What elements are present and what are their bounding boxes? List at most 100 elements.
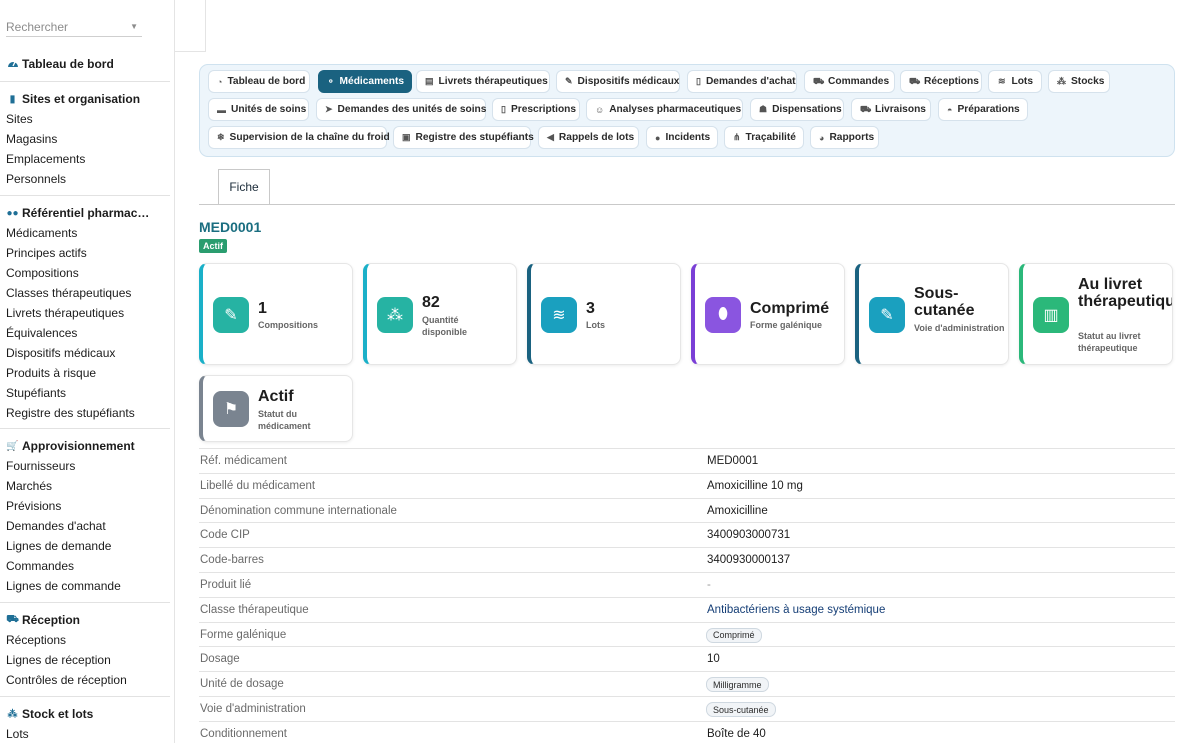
summary-card: ▥ Au livret thérapeutique Statut au livret… (1019, 263, 1173, 365)
sidebar-item[interactable]: Stupéfiants (0, 383, 170, 403)
sidebar-item[interactable]: Sites (0, 109, 170, 129)
tab-dispensations[interactable]: ☗ Dispensations (750, 98, 844, 121)
sidebar-item[interactable]: Lignes de demande (0, 536, 170, 556)
paper-plane-icon: ➤ (325, 104, 333, 114)
tab-livrets-thérapeutiques[interactable]: ▤ Livrets thérapeutiques (416, 70, 550, 93)
tab-stocks[interactable]: ⁂ Stocks (1048, 70, 1110, 93)
tab-traçabilité[interactable]: ⋔ Traçabilité (724, 126, 804, 149)
sidebar-item-dashboard[interactable]: Tableau de bord (0, 54, 170, 74)
sidebar-item[interactable]: Livrets thérapeutiques (0, 303, 170, 323)
truck-loading-icon: ⛟ (6, 613, 19, 625)
card-value: Actif (258, 388, 294, 405)
subtabs-underline (199, 204, 1175, 205)
tab-label: Préparations (957, 104, 1020, 115)
sidebar-group-header[interactable]: ⛟ Réception (0, 610, 170, 630)
field-row: Réf. médicament MED0001 (199, 448, 1175, 473)
sidebar-item[interactable]: Marchés (0, 476, 170, 496)
sidebar-group-header[interactable]: ●● Référentiel pharmac… (0, 203, 170, 223)
tab-label: Médicaments (339, 76, 405, 87)
sidebar-group-title: Approvisionnement (22, 439, 135, 453)
sidebar-item[interactable]: Commandes (0, 556, 170, 576)
sidebar-item[interactable]: Fournisseurs (0, 456, 170, 476)
pills-icon: ●● (6, 207, 19, 219)
sidebar-item[interactable]: Contrôles de réception (0, 670, 170, 690)
sidebar-item[interactable]: Lots (0, 724, 170, 743)
sidebar-divider (0, 602, 170, 603)
sidebar-item[interactable]: Prévisions (0, 496, 170, 516)
capsule-icon: ⬮ (705, 297, 741, 333)
tab-registre-des-stupéfiants[interactable]: ▣ Registre des stupéfiants (393, 126, 534, 149)
field-label: Libellé du médicament (200, 479, 316, 492)
sidebar-item[interactable]: Équivalences (0, 323, 170, 343)
sidebar-divider (0, 195, 170, 196)
page-title: MED0001 (199, 219, 262, 235)
tab-fiche[interactable]: Fiche (218, 169, 270, 205)
status-badge: Actif (199, 239, 227, 253)
tab-livraisons[interactable]: ⛟ Livraisons (851, 98, 931, 121)
card-label: Quantité disponible (422, 315, 467, 337)
sidebar-item[interactable]: Lignes de commande (0, 576, 170, 596)
field-row: Dénomination commune internationale Amoxi… (199, 497, 1175, 523)
field-label: Produit lié (200, 579, 252, 591)
lock-icon: ▣ (402, 132, 411, 142)
field-label: Voie d'administration (200, 703, 306, 715)
search-select[interactable]: Rechercher ▼ (6, 17, 142, 37)
tab-analyses-pharmaceutiques[interactable]: ☺ Analyses pharmaceutiques (586, 98, 743, 121)
tab-label: Commandes (828, 76, 890, 87)
sidebar-item[interactable]: Réceptions (0, 630, 170, 650)
gauge-icon: ◔ (217, 76, 223, 87)
tab-dispositifs-médicaux[interactable]: ✎ Dispositifs médicaux (556, 70, 680, 93)
truck-loading-icon: ⛟ (909, 75, 921, 86)
tab-demandes-des-unités-de-soins[interactable]: ➤ Demandes des unités de soins (316, 98, 486, 121)
sidebar-item[interactable]: Compositions (0, 263, 170, 283)
tab-supervision-de-la-chaîne-du-froid[interactable]: ❄ Supervision de la chaîne du froid (208, 126, 390, 149)
search-placeholder: Rechercher (6, 20, 69, 34)
tab-préparations[interactable]: ◓ Préparations (938, 98, 1028, 121)
tab-demandes-d-achat[interactable]: ▯ Demandes d'achat (687, 70, 797, 93)
tab-unités-de-soins[interactable]: ▬ Unités de soins (208, 98, 309, 121)
tab-rapports[interactable]: ◕ Rapports (810, 126, 879, 149)
tab-réceptions[interactable]: ⛟ Réceptions (900, 70, 982, 93)
caret-down-icon[interactable]: ▼ (130, 22, 138, 31)
summary-card: ≋ 3 Lots (527, 263, 681, 365)
field-label: Réf. médicament (200, 455, 287, 467)
tab-incidents[interactable]: ● Incidents (646, 126, 718, 149)
sidebar-group-header[interactable]: ▮ Sites et organisation (0, 89, 170, 109)
sidebar-divider (0, 428, 170, 429)
sidebar-item[interactable]: Dispositifs médicaux (0, 343, 170, 363)
snowflake-icon: ❄ (217, 132, 225, 142)
sidebar-item[interactable]: Magasins (0, 129, 170, 149)
summary-card: ⚑ Actif Statut du médicament (199, 375, 353, 442)
tab-rappels-de-lots[interactable]: ◀ Rappels de lots (538, 126, 639, 149)
tab-label: Unités de soins (231, 104, 307, 115)
sidebar-group: ⛟ Réception Réceptions Lignes de réception C… (0, 610, 170, 690)
tab-médicaments[interactable]: ⚬ Médicaments (318, 70, 412, 93)
sidebar-group-header[interactable]: ⁂ Stock et lots (0, 704, 170, 724)
cart-icon: ⛟ (813, 75, 825, 86)
field-row: Libellé du médicament Amoxicilline 10 mg (199, 472, 1175, 498)
sidebar-item[interactable]: Classes thérapeutiques (0, 283, 170, 303)
card-value: 1 (258, 300, 267, 317)
tab-prescriptions[interactable]: ▯ Prescriptions (492, 98, 580, 121)
tab-label: Dispensations (772, 104, 842, 115)
sidebar-item[interactable]: Demandes d'achat (0, 516, 170, 536)
sidebar-item[interactable]: Médicaments (0, 223, 170, 243)
flag-icon: ⚑ (213, 391, 249, 427)
tab-label: Incidents (665, 132, 711, 143)
sidebar-item[interactable]: Registre des stupéfiants (0, 403, 170, 423)
sidebar-item[interactable]: Lignes de réception (0, 650, 170, 670)
field-link[interactable]: Antibactériens à usage systémique (707, 604, 885, 616)
tab-lots[interactable]: ≋ Lots (988, 70, 1042, 93)
sidebar-group-header[interactable]: 🛒 Approvisionnement (0, 436, 170, 456)
field-label: Unité de dosage (200, 678, 284, 691)
field-tag: Sous-cutanée (706, 702, 776, 717)
tab-commandes[interactable]: ⛟ Commandes (804, 70, 895, 93)
bed-icon: ▬ (217, 104, 226, 115)
tab-tableau-de-bord[interactable]: ◔ Tableau de bord (208, 70, 310, 93)
sidebar-item[interactable]: Emplacements (0, 149, 170, 169)
truck-icon: ⛟ (860, 103, 872, 114)
building-icon: ▮ (9, 93, 16, 105)
sidebar-item[interactable]: Principes actifs (0, 243, 170, 263)
sidebar-item[interactable]: Personnels (0, 169, 170, 189)
sidebar-item[interactable]: Produits à risque (0, 363, 170, 383)
